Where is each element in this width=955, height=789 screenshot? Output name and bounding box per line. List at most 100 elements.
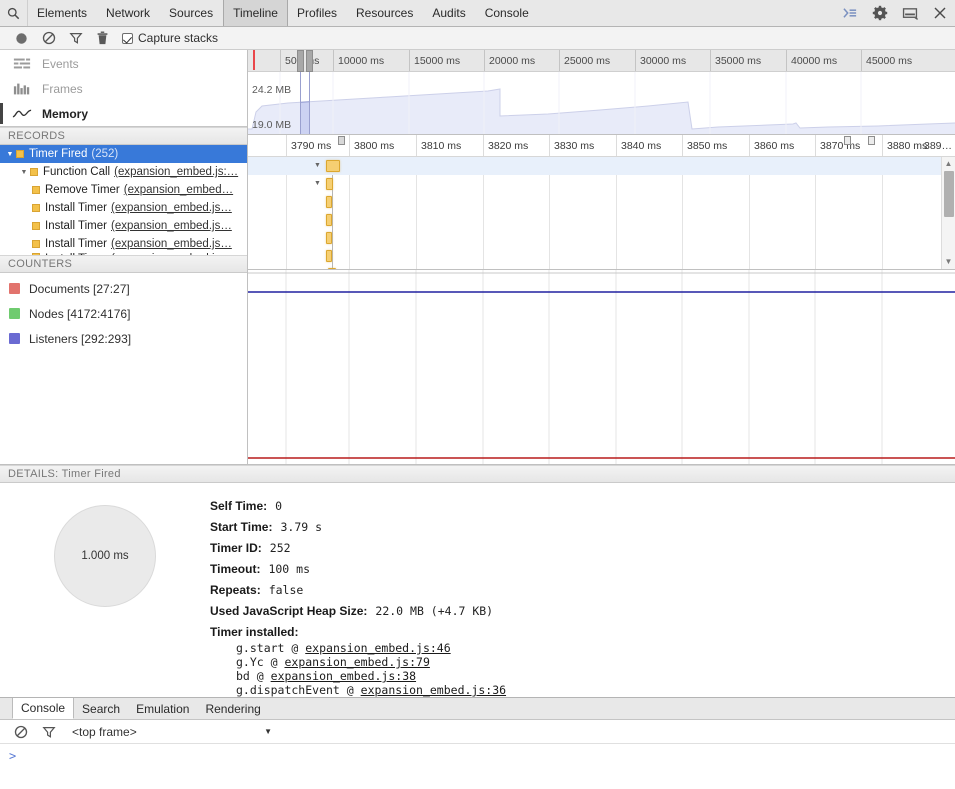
record-source-link[interactable]: (expansion_embed… <box>124 184 233 196</box>
overview-window-left-handle[interactable] <box>297 50 304 72</box>
tab-label: Elements <box>37 6 87 20</box>
scroll-down-arrow-icon[interactable]: ▼ <box>945 255 953 269</box>
tab-label: Audits <box>432 6 465 20</box>
capture-stacks-checkbox[interactable]: Capture stacks <box>122 31 218 45</box>
record-row-function-call[interactable]: ▼ Function Call (expansion_embed.js:… <box>0 163 247 181</box>
timeline-event-bar[interactable] <box>326 214 332 226</box>
counter-label: Nodes [4172:4176] <box>29 307 130 321</box>
filter-button[interactable] <box>62 31 89 45</box>
records-ruler[interactable]: 3790 ms 3800 ms 3810 ms 3820 ms 3830 ms … <box>248 135 955 157</box>
overview-tick: 45000 ms <box>861 50 912 71</box>
details-body: 1.000 ms Self Time: 0 Start Time: 3.79 s… <box>0 483 955 697</box>
stack-source-link[interactable]: expansion_embed.js:38 <box>271 669 416 683</box>
timeline-event-bar[interactable] <box>328 268 336 269</box>
records-tree[interactable]: ▼ Timer Fired (252) ▼ Function Call (exp… <box>0 145 247 255</box>
tab-resources[interactable]: Resources <box>347 0 423 26</box>
counter-item-nodes[interactable]: Nodes [4172:4176] <box>0 301 247 326</box>
tab-console[interactable]: Console <box>476 0 539 26</box>
timeline-event-bar[interactable] <box>326 232 332 244</box>
record-row-install-timer-2[interactable]: Install Timer (expansion_embed.js… <box>0 217 247 235</box>
devtools-tabbar: Elements Network Sources Timeline Profil… <box>0 0 955 27</box>
capture-stacks-checkbox-box[interactable] <box>122 33 133 44</box>
record-row-install-timer-3[interactable]: Install Timer (expansion_embed.js… <box>0 235 247 253</box>
garbage-collect-button[interactable] <box>89 31 116 45</box>
disclosure-triangle-icon[interactable]: ▼ <box>314 162 321 169</box>
record-source-link[interactable]: (expansion_embed.js… <box>111 238 232 250</box>
tab-profiles[interactable]: Profiles <box>288 0 347 26</box>
records-tick: 3860 ms <box>749 135 794 156</box>
record-button[interactable] <box>8 32 35 45</box>
tab-audits[interactable]: Audits <box>423 0 475 26</box>
records-tick: 3820 ms <box>483 135 528 156</box>
search-icon[interactable] <box>0 0 28 26</box>
settings-gear-icon[interactable] <box>865 0 895 26</box>
close-icon[interactable] <box>925 0 955 26</box>
record-row-install-timer-1[interactable]: Install Timer (expansion_embed.js… <box>0 199 247 217</box>
records-section-header: RECORDS <box>0 127 247 145</box>
events-icon <box>11 57 33 70</box>
tab-timeline[interactable]: Timeline <box>223 0 288 26</box>
clear-button[interactable] <box>35 31 62 45</box>
tab-elements[interactable]: Elements <box>28 0 97 26</box>
chevron-down-icon[interactable]: ▼ <box>264 727 272 736</box>
counter-item-documents[interactable]: Documents [27:27] <box>0 276 247 301</box>
console-drawer-toggle-icon[interactable] <box>835 0 865 26</box>
drawer-tab-label: Emulation <box>136 702 189 716</box>
capture-stacks-label: Capture stacks <box>138 31 218 45</box>
record-color-swatch <box>16 150 24 158</box>
timeline-event-bar[interactable] <box>326 160 340 172</box>
overview-ruler[interactable]: 500 ms 10000 ms 15000 ms 20000 ms 25000 … <box>248 50 955 72</box>
overview-window-right-handle[interactable] <box>306 50 313 72</box>
timeline-event-bar[interactable] <box>326 196 332 208</box>
drawer-tab-search[interactable]: Search <box>74 698 128 719</box>
overview-tick: 35000 ms <box>710 50 761 71</box>
sidebar-item-events[interactable]: Events <box>0 51 247 76</box>
record-color-swatch <box>32 222 40 230</box>
stack-source-link[interactable]: expansion_embed.js:46 <box>305 641 450 655</box>
disclosure-triangle-icon[interactable]: ▼ <box>18 169 30 176</box>
disclosure-triangle-icon[interactable]: ▼ <box>4 151 16 158</box>
records-window-right-handle-2[interactable] <box>868 136 875 145</box>
tab-network[interactable]: Network <box>97 0 160 26</box>
overview-window-shade-right <box>310 72 955 134</box>
stack-title: Timer installed: <box>210 625 298 639</box>
console-prompt[interactable]: > <box>9 749 16 763</box>
record-name: Timer Fired <box>29 148 87 160</box>
timeline-row-timer-fired[interactable] <box>248 157 955 175</box>
counters-legend: Documents [27:27] Nodes [4172:4176] List… <box>0 273 247 464</box>
sidebar-item-frames[interactable]: Frames <box>0 76 247 101</box>
record-name: Remove Timer <box>45 184 120 196</box>
record-source-link[interactable]: (expansion_embed.js… <box>111 220 232 232</box>
listeners-color-swatch <box>9 333 20 344</box>
records-window-right-handle[interactable] <box>844 136 851 145</box>
timeline-event-bar[interactable] <box>326 178 333 190</box>
record-name: Install Timer <box>45 238 107 250</box>
filter-icon[interactable] <box>36 725 62 739</box>
records-window-left-handle[interactable] <box>338 136 345 145</box>
stack-source-link[interactable]: expansion_embed.js:36 <box>361 683 506 697</box>
console-output[interactable]: > <box>0 744 955 789</box>
clear-console-icon[interactable] <box>8 725 34 739</box>
execution-context-selector[interactable]: <top frame> ▼ <box>72 725 272 739</box>
stack-source-link[interactable]: expansion_embed.js:79 <box>284 655 429 669</box>
record-row-remove-timer[interactable]: Remove Timer (expansion_embed… <box>0 181 247 199</box>
sidebar-item-memory[interactable]: Memory <box>0 101 247 126</box>
record-source-link[interactable]: (expansion_embed.js… <box>111 202 232 214</box>
counter-item-listeners[interactable]: Listeners [292:293] <box>0 326 247 351</box>
scroll-up-arrow-icon[interactable]: ▲ <box>945 157 953 171</box>
records-timeline[interactable]: 3790 ms 3800 ms 3810 ms 3820 ms 3830 ms … <box>248 135 955 270</box>
tab-sources[interactable]: Sources <box>160 0 223 26</box>
records-scrollbar[interactable]: ▲ ▼ <box>941 157 955 269</box>
drawer-tab-rendering[interactable]: Rendering <box>197 698 268 719</box>
scrollbar-thumb[interactable] <box>944 171 954 217</box>
records-tick: 3800 ms <box>349 135 394 156</box>
timeline-overview[interactable]: 500 ms 10000 ms 15000 ms 20000 ms 25000 … <box>248 50 955 135</box>
record-row-timer-fired[interactable]: ▼ Timer Fired (252) <box>0 145 247 163</box>
drawer-tab-console[interactable]: Console <box>12 698 74 719</box>
records-bars-area[interactable]: ▼ ▼ <box>248 157 955 269</box>
drawer-tab-emulation[interactable]: Emulation <box>128 698 197 719</box>
dock-side-icon[interactable] <box>895 0 925 26</box>
timeline-event-bar[interactable] <box>326 250 332 262</box>
record-source-link[interactable]: (expansion_embed.js:… <box>114 166 238 178</box>
disclosure-triangle-icon[interactable]: ▼ <box>314 180 321 187</box>
